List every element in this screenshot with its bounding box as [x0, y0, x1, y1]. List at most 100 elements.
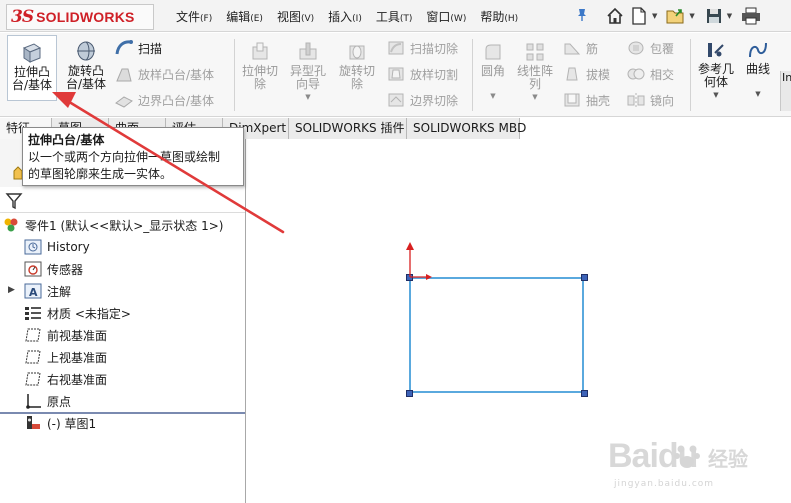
tree-item-right-plane[interactable]: 右视基准面 — [24, 369, 107, 389]
material-icon — [25, 307, 41, 320]
mirror-button[interactable]: 镜向 — [626, 91, 674, 109]
pin-icon[interactable] — [576, 8, 588, 22]
linear-pattern-icon — [526, 43, 544, 61]
tree-item-history[interactable]: History — [24, 237, 90, 257]
plane-icon — [25, 350, 41, 364]
extrude-boss-button[interactable]: 拉伸凸 台/基体 — [7, 35, 57, 101]
chevron-down-icon[interactable]: ▼ — [689, 12, 694, 20]
menu-label: 视图 — [276, 9, 301, 24]
tree-item-material[interactable]: 材质 <未指定> — [24, 303, 131, 323]
revolve-cut-button[interactable]: 旋转切 除 — [334, 35, 380, 101]
baidu-watermark: Baidu 经验 jingyan.baidu.com — [608, 437, 758, 493]
shell-label: 抽壳 — [586, 93, 611, 108]
chevron-down-icon[interactable]: ▼ — [740, 88, 776, 101]
filter-icon[interactable] — [5, 192, 23, 210]
chevron-down-icon[interactable]: ▼ — [652, 12, 657, 20]
chevron-down-icon[interactable]: ▼ — [694, 89, 738, 102]
sketch-point[interactable] — [581, 274, 588, 281]
save-icon[interactable] — [703, 5, 725, 27]
chevron-down-icon[interactable]: ▼ — [284, 91, 332, 104]
expand-arrow-icon[interactable]: ▶ — [8, 285, 15, 295]
tree-item-front-plane[interactable]: 前视基准面 — [24, 325, 107, 345]
chevron-down-icon[interactable]: ▼ — [727, 12, 732, 20]
draft-button[interactable]: 拔模 — [562, 65, 610, 83]
instant3d-button-partial[interactable]: In — [780, 71, 791, 111]
revolve-boss-label: 旋转凸 台/基体 — [65, 64, 107, 91]
revolve-boss-icon — [77, 41, 95, 61]
chevron-down-icon[interactable]: ▼ — [512, 91, 558, 104]
hole-wizard-button[interactable]: 异型孔 向导 ▼ — [284, 35, 332, 101]
linear-pattern-button[interactable]: 线性阵 列 ▼ — [512, 35, 558, 109]
tab-solidworks-mbd[interactable]: SOLIDWORKS MBD — [407, 118, 526, 139]
menu-label: 工具 — [375, 9, 400, 24]
loft-boss-button[interactable]: 放样凸台/基体 — [114, 65, 214, 83]
lofted-cut-button[interactable]: 放样切割 — [386, 65, 458, 83]
tooltip-title: 拉伸凸台/基体 — [28, 133, 105, 147]
boundary-cut-label: 边界切除 — [410, 93, 459, 108]
reference-geometry-icon — [708, 43, 724, 57]
tab-solidworks-addins[interactable]: SOLIDWORKS 插件 — [289, 118, 407, 139]
tree-item-top-plane[interactable]: 上视基准面 — [24, 347, 107, 367]
chevron-down-icon[interactable]: ▼ — [476, 90, 510, 103]
menu-accelerator: (H) — [504, 13, 519, 24]
tree-item-label: History — [47, 240, 90, 254]
sweep-button[interactable]: 扫描 — [114, 39, 162, 57]
sketch-rectangle[interactable] — [409, 277, 584, 393]
fillet-label: 圆角 — [480, 64, 505, 78]
solidworks-logo[interactable]: 3S SOLIDWORKS — [6, 4, 154, 30]
extrude-cut-button[interactable]: 拉伸切 除 — [238, 35, 282, 101]
tree-item-label: 原点 — [47, 394, 72, 409]
menu-accelerator: (W) — [450, 13, 467, 24]
wrap-button[interactable]: 包覆 — [626, 39, 674, 57]
tree-item-sketch1[interactable]: (-) 草图1 — [24, 413, 96, 433]
tree-item-label: 上视基准面 — [47, 350, 108, 365]
curves-button[interactable]: 曲线 ▼ — [740, 35, 776, 109]
solidworks-wordmark: SOLIDWORKS — [36, 9, 135, 25]
fillet-button[interactable]: 圆角 ▼ — [476, 35, 510, 109]
revolve-boss-button[interactable]: 旋转凸 台/基体 — [62, 35, 110, 101]
menu-window[interactable]: 窗口(W) — [426, 8, 466, 25]
intersect-button[interactable]: 相交 — [626, 65, 674, 83]
menu-help[interactable]: 帮助(H) — [480, 8, 518, 25]
hole-wizard-icon — [299, 42, 317, 60]
tree-item-origin[interactable]: 原点 — [24, 391, 71, 411]
rib-icon — [564, 43, 581, 55]
menu-label: 文件 — [176, 9, 201, 24]
tree-item-label: 材质 <未指定> — [47, 306, 131, 321]
tree-item-sensors[interactable]: 传感器 — [24, 259, 83, 279]
swept-cut-button[interactable]: 扫描切除 — [386, 39, 458, 57]
menu-bar: 3S SOLIDWORKS 文件(F) 编辑(E) 视图(V) 插入(I) 工具… — [0, 0, 791, 32]
print-icon[interactable] — [740, 5, 762, 27]
tree-root-part[interactable]: 零件1 (默认<<默认>_显示状态 1>) — [2, 215, 223, 235]
reference-geometry-button[interactable]: 参考几 何体 ▼ — [694, 35, 738, 109]
menu-accelerator: (E) — [250, 13, 263, 24]
tooltip-line-1: 以一个或两个方向拉伸一草图或绘制 — [28, 150, 221, 164]
sketch-point[interactable] — [581, 390, 588, 397]
tree-item-label: 右视基准面 — [47, 372, 108, 387]
rib-label: 筋 — [586, 41, 599, 56]
tree-item-annotations[interactable]: A 注解 — [24, 281, 71, 301]
lofted-cut-icon — [388, 67, 404, 81]
shell-button[interactable]: 抽壳 — [562, 91, 610, 109]
open-folder-icon[interactable] — [665, 5, 687, 27]
boundary-boss-button[interactable]: 边界凸台/基体 — [114, 91, 214, 109]
menu-accelerator: (F) — [200, 13, 213, 24]
menu-tools[interactable]: 工具(T) — [376, 8, 413, 25]
origin-icon — [26, 394, 41, 409]
menu-edit[interactable]: 编辑(E) — [226, 8, 263, 25]
new-document-icon[interactable] — [628, 5, 650, 27]
menu-file[interactable]: 文件(F) — [176, 8, 212, 25]
draft-label: 拔模 — [586, 67, 611, 82]
rib-button[interactable]: 筋 — [562, 39, 598, 57]
boundary-cut-button[interactable]: 边界切除 — [386, 91, 458, 109]
loft-boss-label: 放样凸台/基体 — [138, 67, 215, 82]
home-icon[interactable] — [604, 5, 626, 27]
menu-view[interactable]: 视图(V) — [277, 8, 314, 25]
menu-insert[interactable]: 插入(I) — [328, 8, 362, 25]
tree-item-label: (-) 草图1 — [47, 416, 97, 431]
extrude-cut-icon — [252, 42, 268, 60]
intersect-icon — [627, 68, 645, 80]
sketch-point[interactable] — [406, 390, 413, 397]
tree-item-label: 注解 — [47, 284, 72, 299]
command-manager: 拉伸凸 台/基体 旋转凸 台/基体 扫描 放样凸台/基体 边界凸台/基体 拉伸切… — [0, 33, 791, 117]
